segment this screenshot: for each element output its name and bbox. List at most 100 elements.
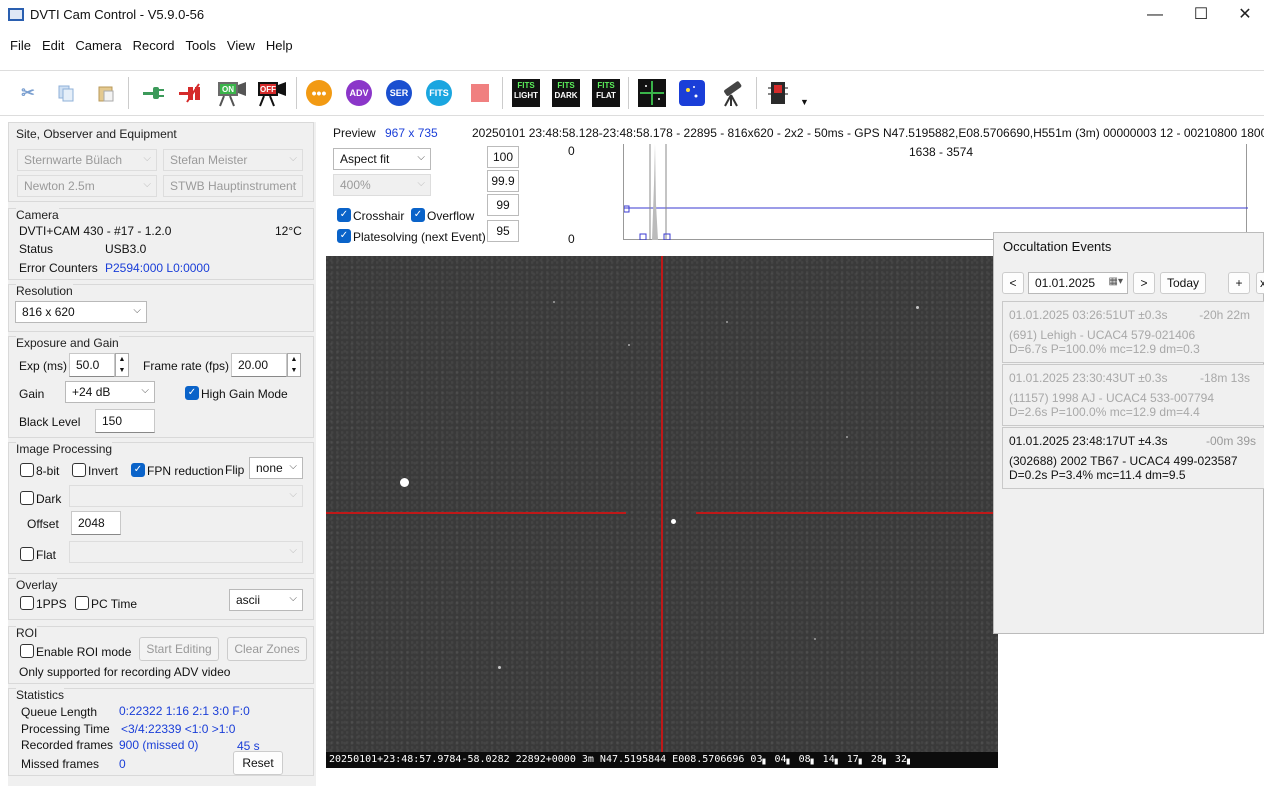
flat-checkbox[interactable] <box>20 547 34 561</box>
8bit-checkbox[interactable] <box>20 463 34 477</box>
camera-off-icon[interactable]: OFF <box>256 79 288 107</box>
camera-model: DVTI+CAM 430 - #17 - 1.2.0 <box>19 224 172 238</box>
offset-input[interactable]: 2048 <box>71 511 121 535</box>
cut-icon[interactable]: ✂ <box>14 79 42 107</box>
high-gain-checkbox[interactable]: ✓ <box>185 386 199 400</box>
exp-stepper[interactable]: ▲ ▼ <box>115 353 129 377</box>
chevron-down-icon: ⌵ <box>417 178 425 189</box>
toolbar-dropdown-icon[interactable]: ▼ <box>800 97 809 107</box>
fps-input[interactable]: 20.00 <box>231 353 287 377</box>
close-button[interactable]: ✕ <box>1222 0 1264 30</box>
pctime-checkbox[interactable] <box>75 596 89 610</box>
preview-label: Preview <box>333 126 376 140</box>
prev-day-button[interactable]: < <box>1002 272 1024 294</box>
chevron-down-icon: ⌵ <box>143 153 151 164</box>
level-95-button[interactable]: 95 <box>487 220 519 242</box>
dark-label: Dark <box>36 492 62 506</box>
adv-label: ADV <box>346 80 372 106</box>
menu-tools[interactable]: Tools <box>186 38 216 53</box>
resolution-group: Resolution 816 x 620 ⌵ <box>8 284 314 332</box>
clear-zones-button[interactable]: Clear Zones <box>227 637 307 661</box>
level-100-button[interactable]: 100 <box>487 146 519 168</box>
fits-dark-button[interactable]: FITS DARK <box>552 79 580 107</box>
fps-stepper[interactable]: ▲ ▼ <box>287 353 301 377</box>
platesolving-checkbox[interactable]: ✓ <box>337 229 351 243</box>
fpn-checkbox[interactable]: ✓ <box>131 463 145 477</box>
roi-note: Only supported for recording ADV video <box>19 665 231 679</box>
copy-icon[interactable] <box>52 79 80 107</box>
device-icon[interactable] <box>764 79 792 107</box>
date-picker[interactable]: 01.01.2025 ▦▾ <box>1028 272 1128 294</box>
paste-icon[interactable] <box>92 79 120 107</box>
camera-on-icon[interactable]: ON <box>216 79 248 107</box>
overlay-mode-value: ascii <box>236 593 261 607</box>
menu-file[interactable]: File <box>10 38 31 53</box>
site-select[interactable]: Sternwarte Bülach ⌵ <box>17 149 157 171</box>
1pps-label: 1PPS <box>36 597 67 611</box>
disconnect-icon[interactable] <box>176 79 204 107</box>
proc-label: Processing Time <box>21 722 110 736</box>
camera-image[interactable]: 20250101+23:48:57.9784-58.0282 22892+000… <box>326 256 998 768</box>
maximize-button[interactable]: ☐ <box>1178 0 1224 30</box>
menu-camera[interactable]: Camera <box>75 38 121 53</box>
toolbar: ✂ ON OFF ••• ADV SER FITS FITS LIGHT FITS… <box>0 70 1264 116</box>
reset-button[interactable]: Reset <box>233 751 283 775</box>
black-level-input[interactable]: 150 <box>95 409 155 433</box>
add-event-button[interactable]: + <box>1228 272 1250 294</box>
adv-button[interactable]: ADV <box>345 79 373 107</box>
start-editing-button[interactable]: Start Editing <box>139 637 219 661</box>
roi-checkbox[interactable] <box>20 644 34 658</box>
overlay-mode-select[interactable]: ascii ⌵ <box>229 589 303 611</box>
event-object: (11157) 1998 AJ - UCAC4 533-007794 <box>1009 391 1215 405</box>
menu-help[interactable]: Help <box>266 38 293 53</box>
crosshair-icon[interactable] <box>638 79 666 107</box>
event-item[interactable]: 01.01.2025 03:26:51UT ±0.3s -20h 22m (69… <box>1002 301 1264 363</box>
today-button[interactable]: Today <box>1160 272 1206 294</box>
fits-button[interactable]: FITS <box>425 79 453 107</box>
telescope-icon[interactable] <box>718 79 746 107</box>
site-value: Sternwarte Bülach <box>24 153 123 167</box>
rec-label: Recorded frames <box>21 738 114 752</box>
overflow-label: Overflow <box>427 209 475 223</box>
flip-select[interactable]: none ⌵ <box>249 457 303 479</box>
stop-icon[interactable] <box>466 79 494 107</box>
level-999-button[interactable]: 99.9 <box>487 170 519 192</box>
fps-label: Frame rate (fps) <box>143 359 230 373</box>
occultation-panel: Occultation Events < 01.01.2025 ▦▾ > Toda… <box>993 232 1264 634</box>
level-99-button[interactable]: 99 <box>487 194 519 216</box>
menu-record[interactable]: Record <box>133 38 175 53</box>
menu-edit[interactable]: Edit <box>42 38 64 53</box>
resolution-select[interactable]: 816 x 620 ⌵ <box>15 301 147 323</box>
ser-button[interactable]: SER <box>385 79 413 107</box>
fits-light-top: FITS <box>517 81 535 90</box>
errors-value: P2594:000 L0:0000 <box>105 261 210 275</box>
overflow-checkbox[interactable]: ✓ <box>411 208 425 222</box>
occultation-title: Occultation Events <box>1003 239 1112 254</box>
next-day-button[interactable]: > <box>1133 272 1155 294</box>
more-icon[interactable]: ••• <box>305 79 333 107</box>
observer-select[interactable]: Stefan Meister ⌵ <box>163 149 303 171</box>
fits-light-button[interactable]: FITS LIGHT <box>512 79 540 107</box>
1pps-checkbox[interactable] <box>20 596 34 610</box>
event-item[interactable]: 01.01.2025 23:30:43UT ±0.3s -18m 13s (11… <box>1002 364 1264 426</box>
dark-select[interactable]: ⌵ <box>69 485 303 507</box>
event-item-current[interactable]: 01.01.2025 23:48:17UT ±4.3s -00m 39s (30… <box>1002 427 1264 489</box>
close-events-button[interactable]: x <box>1256 272 1264 294</box>
instrument-select[interactable]: STWB Hauptinstrument ⌵ <box>163 175 303 197</box>
exp-input[interactable]: 50.0 <box>69 353 115 377</box>
fit-select[interactable]: Aspect fit ⌵ <box>333 148 431 170</box>
platesolve-icon[interactable] <box>678 79 706 107</box>
crosshair-checkbox[interactable]: ✓ <box>337 208 351 222</box>
minimize-button[interactable]: — <box>1132 0 1178 30</box>
fits-flat-button[interactable]: FITS FLAT <box>592 79 620 107</box>
invert-checkbox[interactable] <box>72 463 86 477</box>
gain-value: +24 dB <box>72 385 111 399</box>
menu-view[interactable]: View <box>227 38 255 53</box>
connect-icon[interactable] <box>138 79 166 107</box>
flat-select[interactable]: ⌵ <box>69 541 303 563</box>
telescope-select[interactable]: Newton 2.5m ⌵ <box>17 175 157 197</box>
zoom-select[interactable]: 400% ⌵ <box>333 174 431 196</box>
roi-label: Enable ROI mode <box>36 645 132 659</box>
gain-select[interactable]: +24 dB ⌵ <box>65 381 155 403</box>
dark-checkbox[interactable] <box>20 491 34 505</box>
